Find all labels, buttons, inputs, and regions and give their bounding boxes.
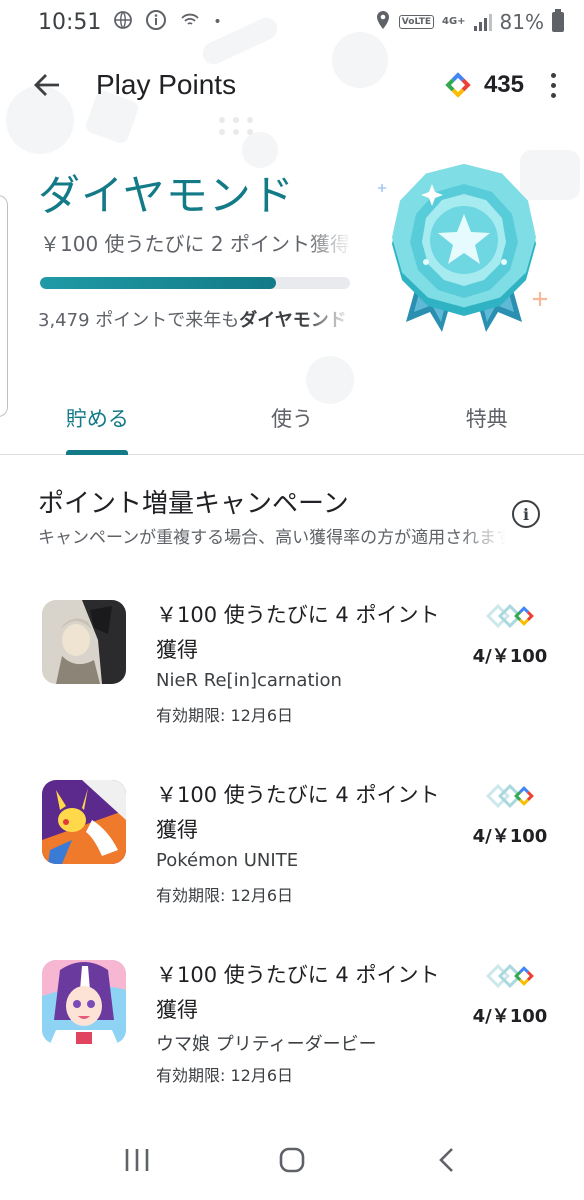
signal-icon [473, 13, 492, 31]
home-button[interactable] [267, 1135, 317, 1185]
more-options-button[interactable] [538, 62, 568, 108]
offer-rate: 4/￥100 [472, 1006, 548, 1027]
offer-expiry: 有効期限: 12月6日 [156, 1066, 294, 1085]
offer-title: ￥100 使うたびに 4 ポイント獲得 [156, 603, 440, 662]
tier-note-text: 3,479 ポイントで来年も [38, 310, 240, 331]
offer-app-name: NieR Re[in]carnation [156, 670, 342, 691]
tier-progress-fill [40, 277, 276, 289]
campaign-section-subtitle: キャンペーンが重複する場合、高い獲得率の方が適用されます [38, 528, 506, 548]
tab-earn[interactable]: 貯める [0, 385, 195, 455]
status-icons: • [113, 9, 222, 36]
offer-rate: 4/￥100 [472, 646, 548, 667]
tab-use[interactable]: 使う [195, 385, 390, 454]
recent-apps-button[interactable] [112, 1135, 162, 1185]
offer-app-name: Pokémon UNITE [156, 850, 299, 871]
points-multiplier-icon [486, 783, 534, 809]
location-icon [375, 10, 391, 35]
app-bar: Play Points 435 [0, 50, 584, 120]
side-edge-handle[interactable] [0, 195, 8, 417]
tier-name: ダイヤモンド [38, 171, 295, 220]
points-value: 435 [483, 71, 524, 98]
globe-sync-icon [113, 10, 133, 35]
battery-icon [552, 9, 564, 32]
points-multiplier-icon [486, 603, 534, 629]
wifi-calling-icon [179, 10, 201, 35]
recent-apps-icon [126, 1149, 149, 1171]
tab-use-label: 使う [271, 407, 313, 431]
info-icon[interactable]: i [512, 500, 540, 528]
status-bar: 10:51 • VoLTE 4G+ 81% [0, 0, 584, 44]
nier-app-icon [42, 600, 126, 684]
pokemon-unite-app-icon [42, 780, 126, 864]
tier-note: 3,479 ポイントで来年もダイヤモンド [38, 306, 352, 332]
system-navigation-bar [0, 1120, 584, 1200]
play-points-diamond-icon [445, 72, 471, 98]
home-icon [279, 1147, 305, 1173]
arrow-left-icon [34, 74, 59, 96]
tier-note-bold: ダイヤモンド [239, 310, 347, 331]
diamond-tier-medal-icon [378, 163, 547, 332]
tier-earn-rate: ￥100 使うたびに 2 ポイント獲得 [40, 232, 350, 256]
offer-expiry: 有効期限: 12月6日 [156, 706, 294, 725]
tab-bar: 貯める 使う 特典 [0, 385, 584, 455]
offer-rate: 4/￥100 [472, 826, 548, 847]
offer-expiry: 有効期限: 12月6日 [156, 886, 294, 905]
tier-progress-bar [40, 277, 350, 289]
status-time: 10:51 [38, 9, 102, 35]
offer-item[interactable]: ￥100 使うたびに 4 ポイント獲得 ウマ娘 プリティーダービー 有効期限: … [0, 960, 584, 1110]
network-type: 4G+ [442, 16, 466, 27]
points-multiplier-icon [486, 963, 534, 989]
offer-title: ￥100 使うたびに 4 ポイント獲得 [156, 783, 440, 842]
offer-item[interactable]: ￥100 使うたびに 4 ポイント獲得 NieR Re[in]carnation… [0, 600, 584, 750]
volte-badge: VoLTE [398, 15, 434, 29]
chevron-left-icon [438, 1148, 453, 1172]
more-vert-icon [550, 72, 556, 78]
page-title: Play Points [96, 69, 237, 100]
dot-icon: • [213, 14, 222, 30]
info-status-icon [145, 9, 167, 36]
battery-percent: 81% [499, 10, 544, 34]
offer-title: ￥100 使うたびに 4 ポイント獲得 [156, 963, 440, 1022]
tab-earn-label: 貯める [65, 407, 129, 431]
umamusume-app-icon [42, 960, 126, 1044]
points-balance[interactable]: 435 [442, 69, 524, 101]
status-right: VoLTE 4G+ 81% [375, 9, 564, 35]
offer-app-name: ウマ娘 プリティーダービー [156, 1034, 377, 1055]
tab-active-indicator [66, 450, 128, 455]
tab-perks-label: 特典 [465, 407, 508, 431]
tab-perks[interactable]: 特典 [389, 385, 584, 454]
back-nav-button[interactable] [422, 1135, 472, 1185]
offer-item[interactable]: ￥100 使うたびに 4 ポイント獲得 Pokémon UNITE 有効期限: … [0, 780, 584, 930]
back-button[interactable] [24, 62, 70, 108]
campaign-section-title: ポイント増量キャンペーン [38, 489, 349, 519]
